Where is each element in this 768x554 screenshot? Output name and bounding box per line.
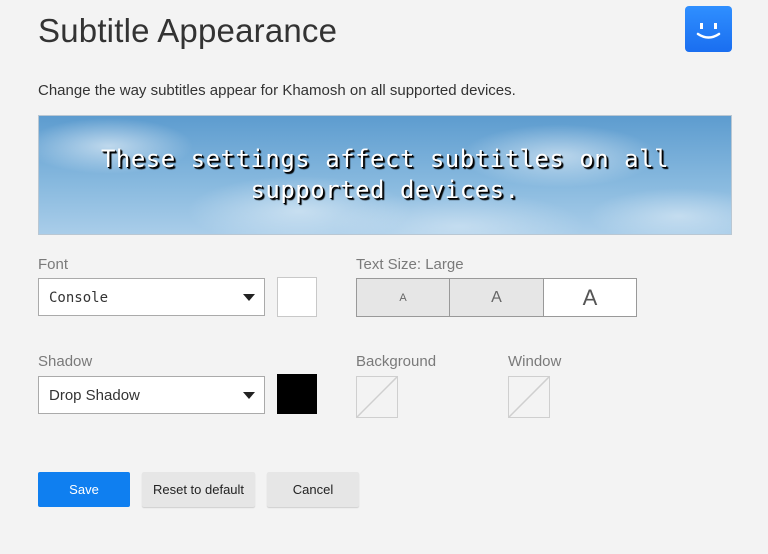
page-description: Change the way subtitles appear for Kham… xyxy=(38,82,516,99)
page-title: Subtitle Appearance xyxy=(38,12,338,49)
text-size-small-button[interactable]: A xyxy=(357,279,450,316)
text-size-large-button[interactable]: A xyxy=(544,279,636,316)
chevron-down-icon xyxy=(243,294,255,301)
chevron-down-icon xyxy=(243,392,255,399)
subtitle-preview: These settings affect subtitles on all s… xyxy=(38,115,732,235)
subtitle-appearance-page: Subtitle Appearance Change the way subti… xyxy=(0,0,768,554)
font-select[interactable]: Console xyxy=(38,278,265,316)
text-size-selector: A A A xyxy=(356,278,637,317)
shadow-label: Shadow xyxy=(38,353,93,370)
window-label: Window xyxy=(508,353,562,370)
text-size-medium-button[interactable]: A xyxy=(450,279,544,316)
background-color-swatch[interactable] xyxy=(356,376,398,418)
no-color-icon xyxy=(509,377,549,417)
preview-subtitle-text: These settings affect subtitles on all s… xyxy=(100,145,670,204)
shadow-select-value: Drop Shadow xyxy=(49,387,140,404)
smiley-profile-icon xyxy=(696,23,721,39)
background-label: Background xyxy=(356,353,437,370)
reset-to-default-button[interactable]: Reset to default xyxy=(142,472,255,507)
font-color-swatch[interactable] xyxy=(277,277,317,317)
shadow-select[interactable]: Drop Shadow xyxy=(38,376,265,414)
cancel-button[interactable]: Cancel xyxy=(267,472,359,507)
font-select-value: Console xyxy=(49,290,109,306)
font-label: Font xyxy=(38,256,69,273)
save-button[interactable]: Save xyxy=(38,472,130,507)
profile-avatar[interactable] xyxy=(685,6,732,52)
window-color-swatch[interactable] xyxy=(508,376,550,418)
no-color-icon xyxy=(357,377,397,417)
text-size-label: Text Size: Large xyxy=(356,256,464,273)
shadow-color-swatch[interactable] xyxy=(277,374,317,414)
